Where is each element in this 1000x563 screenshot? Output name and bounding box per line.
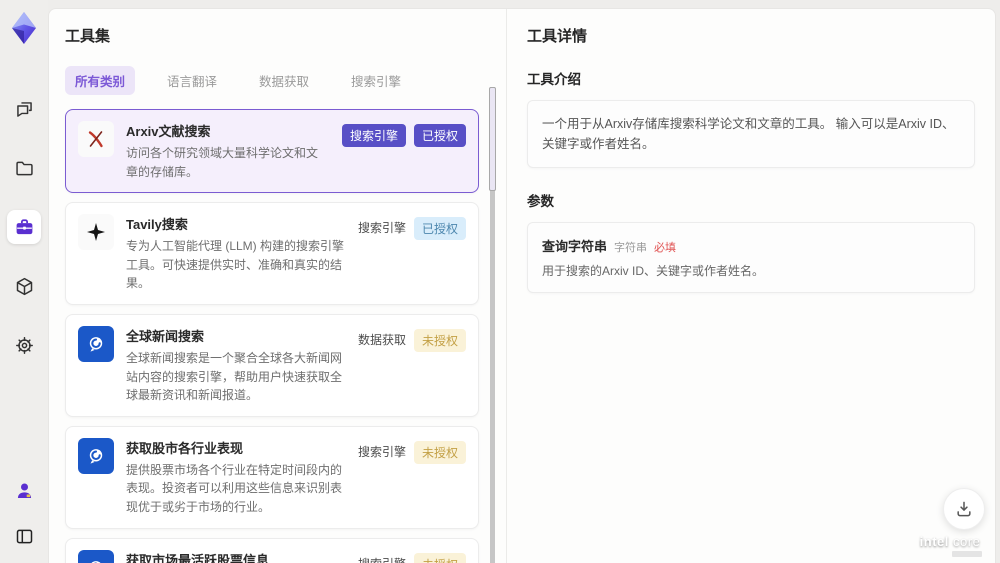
tool-description: 访问各个研究领域大量科学论文和文章的存储库。 [126,146,319,179]
tab-all-categories[interactable]: 所有类别 [65,66,136,95]
tool-name: 获取市场最活跃股票信息 [126,552,270,563]
scrollbar-thumb[interactable] [489,87,496,191]
package-icon[interactable] [7,269,41,303]
rail-bottom [7,473,41,553]
tab-search-engine[interactable]: 搜索引擎 [341,66,411,95]
params-section-title: 参数 [527,194,554,209]
app-logo-icon [6,8,42,48]
page-title: 工具集 [65,28,111,45]
chat-icon[interactable] [7,92,41,126]
intro-section-title: 工具介绍 [527,72,581,87]
category-label: 数据获取 [357,332,406,347]
tool-card[interactable]: 获取市场最活跃股票信息 提供当天交易量最高的股票列表，投资者可以利用这些信息来识… [65,537,479,563]
param-type: 字符串 [614,242,648,254]
main-panel: 工具集 所有类别 语言翻译 数据获取 搜索引擎 Arxiv文献搜索 访问各个研究… [48,8,996,563]
category-label: 搜索引擎 [358,553,406,563]
tool-card[interactable]: Tavily搜索 专为人工智能代理 (LLM) 构建的搜索引擎工具。可快速提供实… [65,202,479,305]
intro-text: 一个用于从Arxiv存储库搜索科学论文和文章的工具。 输入可以是Arxiv ID… [542,117,955,151]
tool-card[interactable]: 获取股市各行业表现 提供股票市场各个行业在特定时间段内的表现。投资者可以利用这些… [65,425,479,529]
arxiv-icon [78,121,114,157]
tool-name: 全球新闻搜索 [126,328,205,344]
category-label: 搜索引擎 [357,221,406,236]
tool-name: 获取股市各行业表现 [126,440,244,456]
param-description: 用于搜索的Arxiv ID、关键字或作者姓名。 [542,264,765,278]
param-required-flag: 必填 [654,242,677,254]
download-button[interactable] [943,488,985,530]
param-box: 查询字符串 字符串 必填 用于搜索的Arxiv ID、关键字或作者姓名。 [527,222,975,293]
tool-list-column: 工具集 所有类别 语言翻译 数据获取 搜索引擎 Arxiv文献搜索 访问各个研究… [49,9,507,563]
tab-data-fetch[interactable]: 数据获取 [249,66,319,95]
toolbox-icon[interactable] [7,210,41,244]
sidebar-toggle-icon[interactable] [7,519,41,553]
status-badge: 已授权 [413,217,466,241]
detail-title: 工具详情 [527,28,588,45]
status-badge: 未授权 [413,328,466,352]
status-badge: 未授权 [413,552,466,563]
news-icon [78,549,114,563]
tab-translation[interactable]: 语言翻译 [157,66,227,95]
tool-name: Tavily搜索 [126,217,188,233]
tool-cards: Arxiv文献搜索 访问各个研究领域大量科学论文和文章的存储库。 搜索引擎 已授… [65,109,479,563]
list-scrollbar[interactable] [489,87,496,563]
folder-icon[interactable] [7,151,41,185]
param-name: 查询字符串 [542,239,608,254]
core-brand-text: core [948,534,981,549]
news-icon [78,437,114,474]
tool-description: 全球新闻搜索是一个聚合全球各大新闻网站内容的搜索引擎，帮助用户快速获取全球最新资… [126,350,343,403]
tool-description: 提供股票市场各个行业在特定时间段内的表现。投资者可以利用这些信息来识别表现优于或… [126,462,343,514]
status-badge: 未授权 [413,440,466,464]
tool-description: 专为人工智能代理 (LLM) 构建的搜索引擎工具。可快速提供实时、准确和真实的结… [126,239,345,291]
category-tabs: 所有类别 语言翻译 数据获取 搜索引擎 [65,66,506,95]
intel-brand-text: intel [919,534,949,549]
download-icon [957,501,971,517]
intro-box: 一个用于从Arxiv存储库搜索科学论文和文章的工具。 输入可以是Arxiv ID… [527,100,975,168]
tool-detail-column: 工具详情 工具介绍 一个用于从Arxiv存储库搜索科学论文和文章的工具。 输入可… [507,9,995,563]
intel-core-logo: intel core [914,534,986,557]
tool-name: Arxiv文献搜索 [126,124,211,139]
settings-gear-icon[interactable] [7,328,41,362]
tool-card[interactable]: 全球新闻搜索 全球新闻搜索是一个聚合全球各大新闻网站内容的搜索引擎，帮助用户快速… [65,313,479,417]
rail-nav [7,92,41,362]
app-rail [0,0,48,563]
tavily-sparkle-icon [78,214,114,251]
intel-logo-sub-mark [952,551,982,557]
status-badge: 已授权 [413,124,466,147]
tool-card[interactable]: Arxiv文献搜索 访问各个研究领域大量科学论文和文章的存储库。 搜索引擎 已授… [65,109,479,194]
news-icon [78,325,114,362]
user-avatar-icon[interactable] [7,473,41,507]
category-badge: 搜索引擎 [341,124,406,147]
category-label: 搜索引擎 [357,444,406,459]
